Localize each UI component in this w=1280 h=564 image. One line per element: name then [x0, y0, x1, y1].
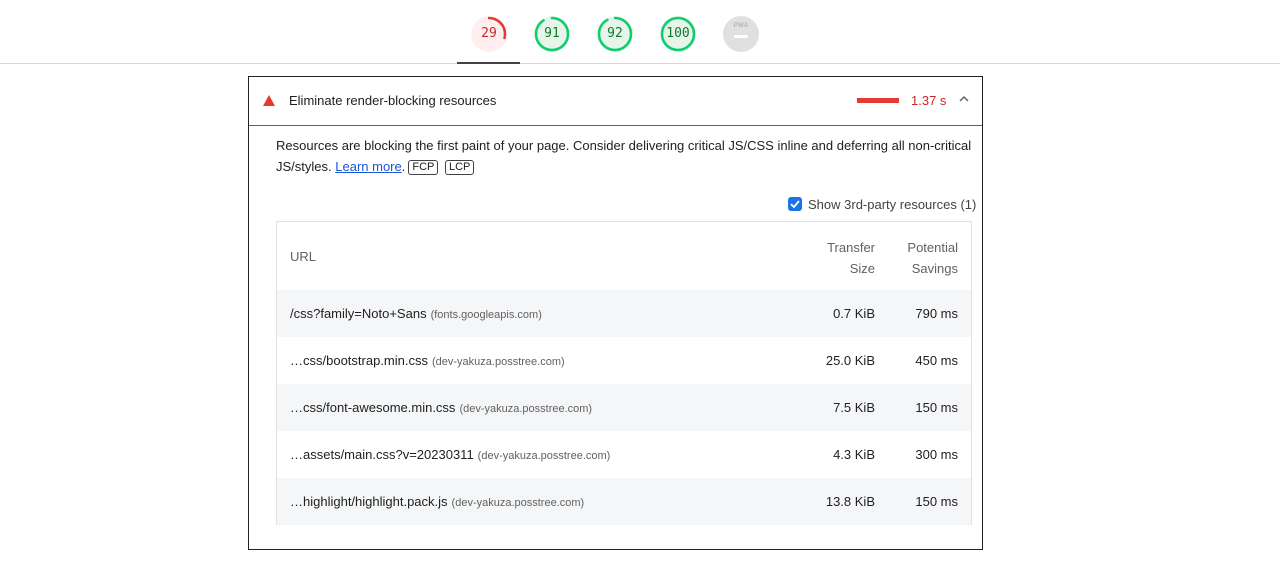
- gauge-score: 92: [607, 26, 623, 41]
- cell-potential-savings: 150 ms: [915, 400, 958, 415]
- column-header-transfer-size: Transfer Size: [817, 237, 875, 279]
- cell-url: …assets/main.css?v=20230311 (dev-yakuza.p…: [290, 447, 610, 462]
- gauge-performance[interactable]: 29: [471, 16, 507, 52]
- resource-host: (fonts.googleapis.com): [430, 309, 542, 321]
- gauge-seo[interactable]: 100: [660, 16, 696, 52]
- cell-potential-savings: 150 ms: [915, 494, 958, 509]
- column-header-url: URL: [290, 249, 317, 264]
- column-header-line: Savings: [911, 261, 958, 276]
- cell-transfer-size: 0.7 KiB: [833, 306, 875, 321]
- cell-potential-savings: 790 ms: [915, 306, 958, 321]
- cell-url: …css/font-awesome.min.css (dev-yakuza.pos…: [290, 400, 592, 415]
- resource-host: (dev-yakuza.posstree.com): [459, 403, 593, 415]
- checkmark-icon: [790, 200, 800, 209]
- column-header-line: Potential: [907, 240, 958, 255]
- resource-url[interactable]: …css/bootstrap.min.css: [290, 353, 428, 368]
- gauge-pwa[interactable]: PWA: [723, 16, 759, 52]
- resource-host: (dev-yakuza.posstree.com): [477, 450, 611, 462]
- pwa-dash-icon: [734, 35, 748, 38]
- resource-host: (dev-yakuza.posstree.com): [451, 497, 585, 509]
- audit-savings: 1.37 s: [911, 93, 947, 108]
- pwa-label: PWA: [733, 23, 749, 29]
- gauge-accessibility[interactable]: 91: [534, 16, 570, 52]
- audit-header[interactable]: Eliminate render-blocking resources 1.37…: [249, 77, 982, 126]
- resource-host: (dev-yakuza.posstree.com): [432, 356, 565, 368]
- resource-url[interactable]: …assets/main.css?v=20230311: [290, 447, 474, 462]
- cell-transfer-size: 7.5 KiB: [833, 400, 875, 415]
- column-header-potential-savings: Potential Savings: [897, 237, 958, 279]
- table-row: …css/bootstrap.min.css (dev-yakuza.posstr…: [277, 337, 971, 384]
- cell-potential-savings: 450 ms: [915, 353, 958, 368]
- savings-bar: [857, 98, 899, 103]
- cell-transfer-size: 25.0 KiB: [825, 353, 875, 368]
- table-row: …highlight/highlight.pack.js (dev-yakuza.…: [277, 478, 971, 525]
- cell-url: …css/bootstrap.min.css (dev-yakuza.posstr…: [290, 353, 565, 368]
- cell-transfer-size: 13.8 KiB: [825, 494, 875, 509]
- column-header-line: Size: [849, 261, 875, 276]
- active-gauge-underline: [457, 62, 520, 64]
- audit-description: Resources are blocking the first paint o…: [276, 138, 972, 175]
- resource-url[interactable]: …css/font-awesome.min.css: [290, 400, 455, 415]
- resource-url[interactable]: /css?family=Noto+Sans: [290, 306, 427, 321]
- third-party-label: Show 3rd-party resources (1): [808, 196, 977, 212]
- metric-tag-fcp: FCP: [408, 160, 439, 175]
- score-gauges-bar: 29 91 92 100 PWA: [0, 0, 1280, 64]
- table-row: …assets/main.css?v=20230311 (dev-yakuza.p…: [277, 431, 971, 478]
- table-row: /css?family=Noto+Sans (fonts.googleapis.c…: [277, 290, 971, 337]
- cell-url: /css?family=Noto+Sans (fonts.googleapis.c…: [290, 306, 542, 321]
- cell-url: …highlight/highlight.pack.js (dev-yakuza.…: [290, 494, 584, 509]
- resources-table: URL Transfer Size Potential Savings /css…: [276, 221, 972, 525]
- audit-title: Eliminate render-blocking resources: [289, 93, 497, 108]
- table-header: URL Transfer Size Potential Savings: [277, 222, 971, 290]
- third-party-checkbox[interactable]: [788, 197, 802, 211]
- learn-more-link[interactable]: Learn more: [335, 159, 401, 174]
- cell-transfer-size: 4.3 KiB: [833, 447, 875, 462]
- column-header-line: Transfer: [827, 240, 875, 255]
- warning-triangle-icon: [263, 95, 275, 106]
- cell-potential-savings: 300 ms: [915, 447, 958, 462]
- gauge-score: 91: [544, 26, 560, 41]
- table-row: …css/font-awesome.min.css (dev-yakuza.pos…: [277, 384, 971, 431]
- gauge-score: 29: [481, 26, 497, 41]
- gauge-score: 100: [666, 26, 690, 41]
- metric-tag-lcp: LCP: [444, 160, 475, 175]
- audit-panel: Eliminate render-blocking resources 1.37…: [248, 76, 983, 550]
- gauge-best-practices[interactable]: 92: [597, 16, 633, 52]
- chevron-up-icon[interactable]: [959, 94, 969, 104]
- resource-url[interactable]: …highlight/highlight.pack.js: [290, 494, 448, 509]
- third-party-toggle[interactable]: Show 3rd-party resources (1): [788, 195, 976, 213]
